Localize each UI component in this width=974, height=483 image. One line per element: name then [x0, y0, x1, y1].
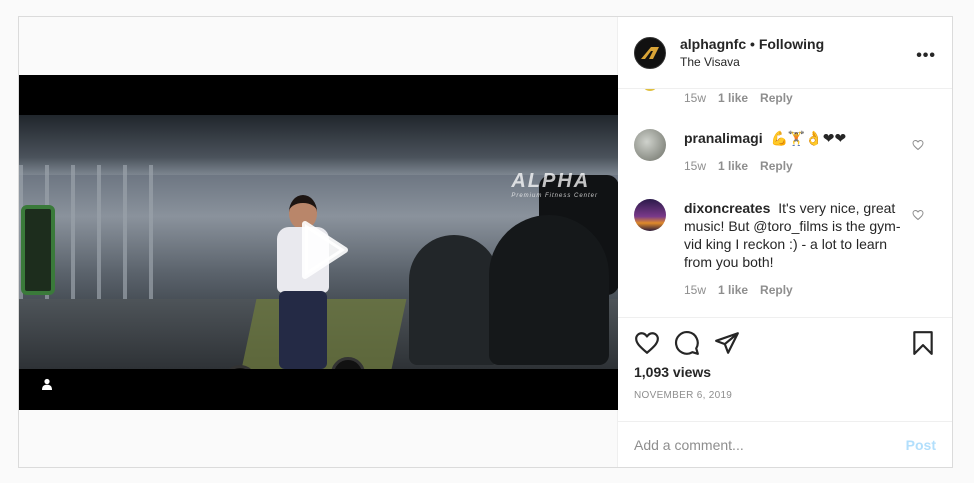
- reply-button[interactable]: Reply: [760, 91, 793, 105]
- heart-icon[interactable]: [634, 330, 660, 356]
- separator-dot: •: [750, 36, 755, 52]
- post-sidebar: alphagnfc • Following The Visava ••• 15w…: [618, 17, 952, 467]
- comment-username[interactable]: dixoncreates: [684, 200, 770, 216]
- heart-icon[interactable]: [912, 139, 924, 151]
- comment-input[interactable]: [634, 436, 906, 453]
- brand-watermark: ALPHA Premium Fitness Center: [511, 170, 598, 199]
- partial-avatar: [642, 89, 658, 91]
- comment-meta: 15w 1 like Reply: [684, 283, 909, 297]
- comment-likes[interactable]: 1 like: [718, 159, 748, 173]
- tagged-users-button[interactable]: [35, 372, 59, 396]
- comment-icon[interactable]: [674, 330, 700, 356]
- comment-time[interactable]: 15w: [684, 91, 706, 105]
- gym-machine: [489, 215, 609, 365]
- follow-status[interactable]: Following: [759, 36, 824, 52]
- media-area: ALPHA Premium Fitness Center: [19, 17, 618, 467]
- comment-username[interactable]: pranalimagi: [684, 130, 763, 146]
- user-icon: [42, 378, 52, 390]
- comment-item: pranalimagi 💪🏋👌❤❤ 15w 1 like Reply: [634, 129, 936, 173]
- post-location[interactable]: The Visava: [680, 55, 824, 69]
- post-button[interactable]: Post: [906, 437, 936, 453]
- comments-list[interactable]: 15w 1 like Reply pranalimagi 💪🏋👌❤❤ 15w 1…: [618, 89, 952, 317]
- comment-item: dixoncreates It's very nice, great music…: [634, 199, 936, 297]
- share-icon[interactable]: [714, 330, 740, 356]
- watermark-text: ALPHA: [511, 170, 591, 192]
- avatar[interactable]: [634, 199, 666, 231]
- bookmark-icon[interactable]: [910, 330, 936, 356]
- post-card: ALPHA Premium Fitness Center alphagnfc •…: [18, 16, 953, 468]
- heart-icon[interactable]: [912, 209, 924, 221]
- comment-time[interactable]: 15w: [684, 283, 706, 297]
- more-horizontal-icon[interactable]: •••: [916, 47, 936, 65]
- reply-button[interactable]: Reply: [760, 283, 793, 297]
- comment-time[interactable]: 15w: [684, 159, 706, 173]
- post-date[interactable]: NOVEMBER 6, 2019: [634, 390, 732, 401]
- post-actions: 1,093 views NOVEMBER 6, 2019: [618, 317, 952, 421]
- post-username[interactable]: alphagnfc: [680, 36, 746, 52]
- video-player[interactable]: ALPHA Premium Fitness Center: [19, 75, 618, 410]
- comment-likes[interactable]: 1 like: [718, 91, 748, 105]
- comment-meta: 15w 1 like Reply: [684, 159, 909, 173]
- view-count[interactable]: 1,093 views: [634, 364, 711, 380]
- gym-machine: [409, 235, 499, 365]
- comment-likes[interactable]: 1 like: [718, 283, 748, 297]
- alpha-logo-icon: [641, 46, 659, 59]
- weight-plate: [21, 205, 55, 295]
- partial-comment: 15w 1 like Reply: [634, 89, 936, 105]
- comment-text: 💪🏋👌❤❤: [770, 130, 847, 146]
- profile-avatar[interactable]: [634, 36, 666, 69]
- avatar[interactable]: [634, 129, 666, 161]
- play-icon[interactable]: [289, 218, 353, 282]
- add-comment-bar: Post: [618, 421, 952, 467]
- watermark-subtext: Premium Fitness Center: [511, 193, 598, 199]
- reply-button[interactable]: Reply: [760, 159, 793, 173]
- post-header: alphagnfc • Following The Visava •••: [618, 17, 952, 89]
- athlete-legs: [279, 291, 327, 369]
- comment-meta: 15w 1 like Reply: [684, 91, 793, 105]
